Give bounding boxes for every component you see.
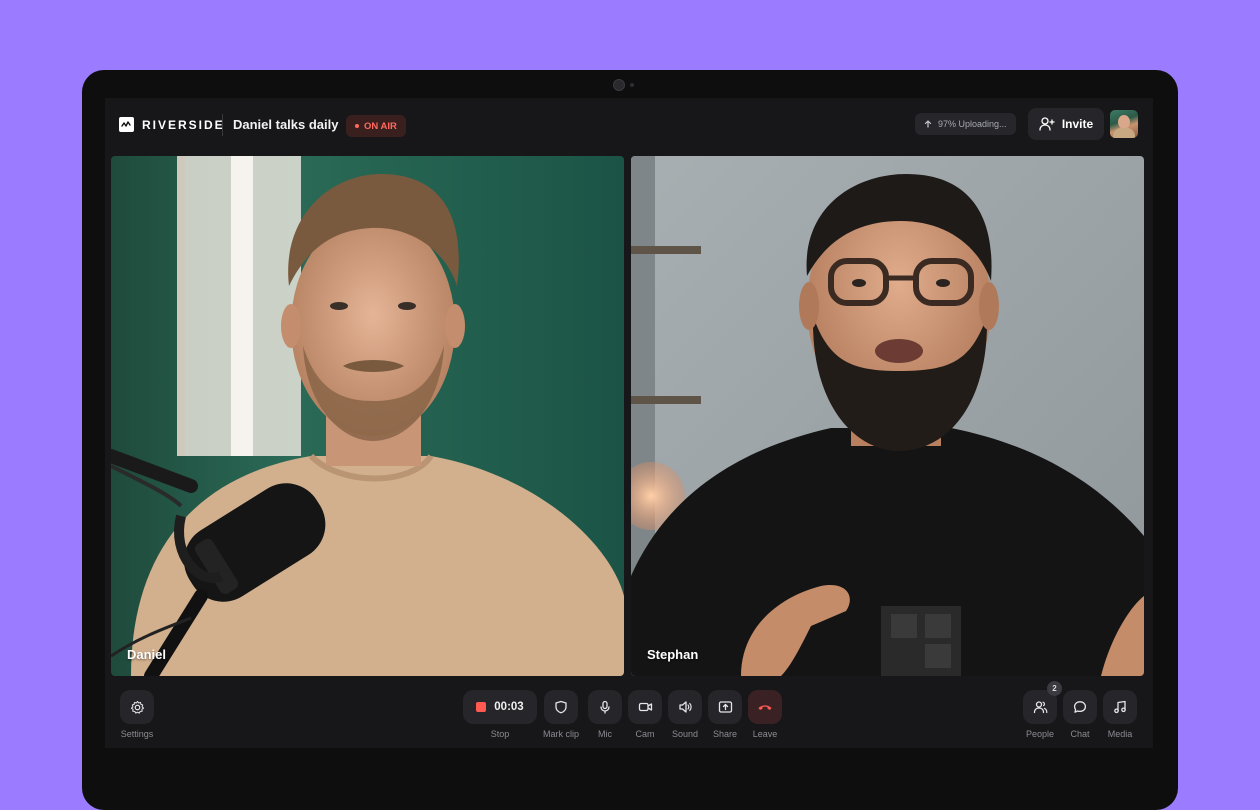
media-label: Media bbox=[1108, 729, 1133, 739]
chat-bubble-icon bbox=[1073, 700, 1087, 714]
chat-control: Chat bbox=[1063, 690, 1097, 739]
mark-clip-control: Mark clip bbox=[543, 690, 579, 739]
add-user-icon bbox=[1039, 116, 1055, 132]
video-camera-icon bbox=[638, 700, 653, 714]
laptop-frame: RIVERSIDE Daniel talks daily ON AIR 97% … bbox=[82, 70, 1178, 810]
sound-button[interactable] bbox=[668, 690, 702, 724]
top-bar: RIVERSIDE Daniel talks daily ON AIR 97% … bbox=[105, 98, 1153, 154]
user-avatar[interactable] bbox=[1110, 110, 1138, 138]
cam-button[interactable] bbox=[628, 690, 662, 724]
share-control: Share bbox=[708, 690, 742, 739]
microphone-icon bbox=[598, 700, 612, 714]
riverside-logo[interactable]: RIVERSIDE bbox=[119, 117, 225, 132]
settings-label: Settings bbox=[121, 729, 154, 739]
participant-name-stephan: Stephan bbox=[647, 647, 698, 662]
stop-label: Stop bbox=[491, 729, 510, 739]
mic-label: Mic bbox=[598, 729, 612, 739]
chat-button[interactable] bbox=[1063, 690, 1097, 724]
logo-text: RIVERSIDE bbox=[142, 118, 225, 132]
arrow-up-icon bbox=[924, 120, 932, 128]
mark-clip-button[interactable] bbox=[544, 690, 578, 724]
share-label: Share bbox=[713, 729, 737, 739]
on-air-dot-icon bbox=[355, 124, 359, 128]
cam-label: Cam bbox=[635, 729, 654, 739]
speaker-icon bbox=[678, 700, 693, 714]
video-tile-daniel: Daniel bbox=[111, 156, 624, 676]
leave-label: Leave bbox=[753, 729, 778, 739]
screen-share-icon bbox=[718, 700, 733, 714]
stephan-video-feed bbox=[631, 156, 1144, 676]
on-air-badge: ON AIR bbox=[346, 115, 406, 137]
stop-recording-button[interactable]: 00:03 bbox=[463, 690, 537, 724]
invite-label: Invite bbox=[1062, 117, 1093, 131]
mark-clip-label: Mark clip bbox=[543, 729, 579, 739]
upload-status: 97% Uploading... bbox=[915, 113, 1016, 135]
sound-control: Sound bbox=[668, 690, 702, 739]
people-control: 2 People bbox=[1023, 690, 1057, 739]
title-divider bbox=[222, 114, 223, 136]
mic-button[interactable] bbox=[588, 690, 622, 724]
people-label: People bbox=[1026, 729, 1054, 739]
media-control: Media bbox=[1103, 690, 1137, 739]
logo-icon bbox=[119, 117, 134, 132]
media-button[interactable] bbox=[1103, 690, 1137, 724]
webcam-lens bbox=[613, 79, 625, 91]
chat-label: Chat bbox=[1070, 729, 1089, 739]
daniel-video-feed bbox=[111, 156, 624, 676]
people-button[interactable]: 2 bbox=[1023, 690, 1057, 724]
upload-status-text: 97% Uploading... bbox=[938, 119, 1007, 129]
leave-control: Leave bbox=[748, 690, 782, 739]
webcam-indicator bbox=[630, 83, 634, 87]
share-button[interactable] bbox=[708, 690, 742, 724]
people-count-badge: 2 bbox=[1047, 681, 1062, 696]
sound-label: Sound bbox=[672, 729, 698, 739]
settings-control: Settings bbox=[120, 690, 154, 739]
invite-button[interactable]: Invite bbox=[1028, 108, 1104, 140]
phone-hangup-icon bbox=[757, 702, 773, 712]
music-note-icon bbox=[1113, 700, 1127, 714]
leave-button[interactable] bbox=[748, 690, 782, 724]
record-stop-icon bbox=[476, 702, 486, 712]
mic-control: Mic bbox=[588, 690, 622, 739]
session-title: Daniel talks daily bbox=[233, 117, 339, 132]
shield-icon bbox=[554, 700, 568, 714]
on-air-label: ON AIR bbox=[364, 121, 397, 132]
video-tile-stephan: Stephan bbox=[631, 156, 1144, 676]
record-control: 00:03 Stop bbox=[463, 690, 537, 739]
participant-name-daniel: Daniel bbox=[127, 647, 166, 662]
record-timer: 00:03 bbox=[494, 701, 523, 713]
settings-button[interactable] bbox=[120, 690, 154, 724]
app-window: RIVERSIDE Daniel talks daily ON AIR 97% … bbox=[105, 98, 1153, 748]
cam-control: Cam bbox=[628, 690, 662, 739]
people-icon bbox=[1033, 700, 1048, 714]
gear-icon bbox=[130, 700, 145, 715]
